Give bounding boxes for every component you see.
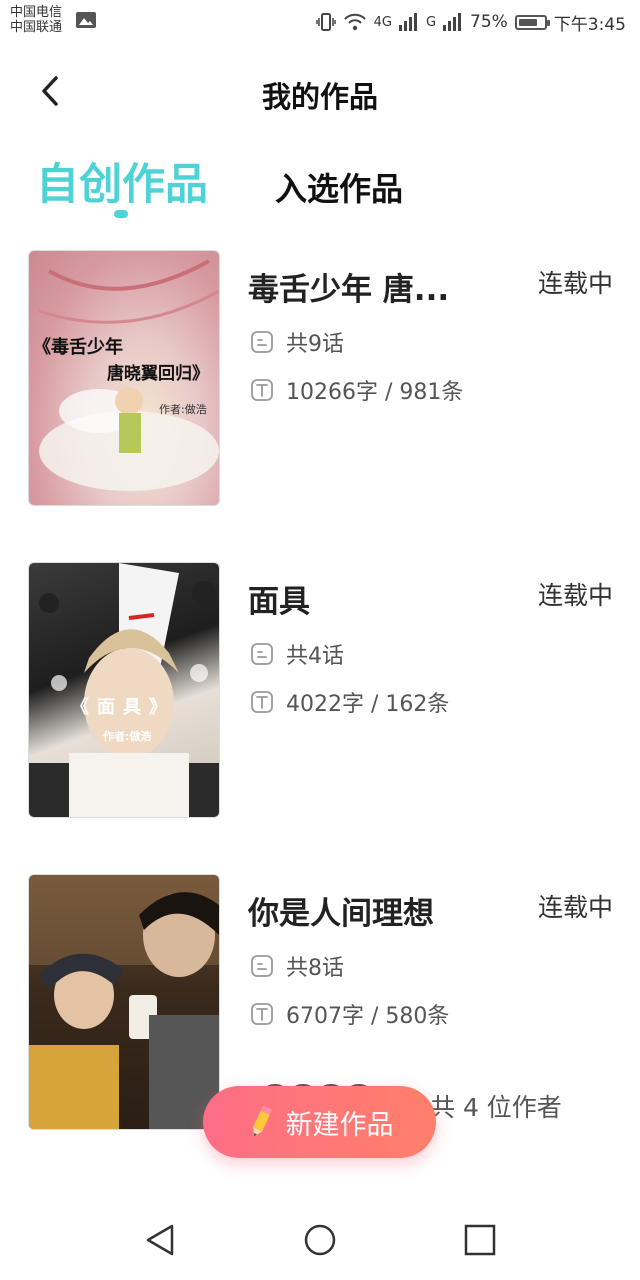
- nav-back-icon[interactable]: [142, 1222, 178, 1258]
- cover-illustration: [29, 563, 219, 817]
- tab-original-works[interactable]: 自创作品: [36, 150, 208, 212]
- vibrate-icon: [315, 13, 336, 31]
- stats-row: 4022字 / 162条: [250, 686, 449, 718]
- battery-icon: [514, 14, 550, 30]
- text-count-icon: [251, 1003, 273, 1025]
- episode-row: 共9话: [250, 326, 344, 358]
- cover-author: 作者:做浩: [159, 403, 207, 416]
- page-title: 我的作品: [261, 80, 378, 114]
- image-notification-icon: [76, 12, 96, 28]
- pencil-icon: [252, 1106, 272, 1137]
- work-cover[interactable]: 《面具》 作者:做浩: [28, 562, 220, 818]
- signal-2-icon: [443, 13, 462, 31]
- word-comment-count: 10266字 / 981条: [286, 380, 464, 405]
- net-4g-label: 4G: [373, 14, 392, 30]
- cover-title: 《面具》: [71, 697, 175, 718]
- work-cover[interactable]: 《毒舌少年 唐晓翼回归》 作者:做浩: [28, 250, 220, 506]
- work-title[interactable]: 面具: [248, 576, 310, 621]
- battery-percent: 75%: [470, 12, 508, 32]
- work-title[interactable]: 你是人间理想: [248, 888, 434, 933]
- cover-title-line-1: 《毒舌少年: [33, 337, 123, 358]
- work-cover[interactable]: [28, 874, 220, 1130]
- stats-row: 6707字 / 580条: [250, 998, 449, 1030]
- net-g-label: G: [425, 14, 437, 30]
- work-item[interactable]: 《面具》 作者:做浩 面具 连载中 共4话 4022字 / 162条: [0, 562, 640, 822]
- author-count: 共 4 位作者: [430, 1093, 562, 1122]
- text-count-icon: [251, 379, 273, 401]
- carrier-1: 中国电信: [10, 5, 63, 20]
- text-count-icon: [251, 691, 273, 713]
- episodes-icon: [251, 331, 273, 353]
- episodes-icon: [251, 955, 273, 977]
- carrier-2: 中国联通: [10, 20, 63, 35]
- stats-row: 10266字 / 981条: [250, 374, 463, 406]
- work-status: 连载中: [538, 893, 614, 922]
- wifi-icon: [343, 13, 366, 31]
- clock: 下午3:45: [553, 14, 626, 35]
- word-comment-count: 4022字 / 162条: [286, 692, 450, 717]
- word-comment-count: 6707字 / 580条: [286, 1004, 450, 1029]
- cover-title-line-2: 唐晓翼回归》: [107, 364, 209, 384]
- new-work-label: 新建作品: [285, 1109, 394, 1141]
- system-nav-bar: [0, 1198, 640, 1280]
- new-work-button[interactable]: 新建作品: [203, 1086, 436, 1158]
- status-icons: 4G G 75% 下午3:45: [315, 10, 626, 35]
- episode-row: 共8话: [250, 950, 344, 982]
- status-bar: 中国电信 中国联通 4G G 75% 下午3:45: [0, 0, 640, 44]
- work-status: 连载中: [538, 269, 614, 298]
- work-title[interactable]: 毒舌少年 唐...: [248, 264, 448, 309]
- nav-home-icon[interactable]: [302, 1222, 338, 1258]
- carrier-labels: 中国电信 中国联通: [10, 5, 62, 35]
- cover-author: 作者:做浩: [103, 730, 152, 743]
- nav-recents-icon[interactable]: [462, 1222, 498, 1258]
- episodes-icon: [251, 643, 273, 665]
- tab-selected-works[interactable]: 入选作品: [275, 164, 403, 210]
- work-status: 连载中: [538, 581, 614, 610]
- episode-row: 共4话: [250, 638, 344, 670]
- signal-1-icon: [398, 13, 417, 31]
- episode-count: 共9话: [286, 332, 344, 357]
- episode-count: 共8话: [286, 956, 344, 981]
- episode-count: 共4话: [286, 644, 344, 669]
- work-item[interactable]: 《毒舌少年 唐晓翼回归》 作者:做浩 毒舌少年 唐... 连载中 共9话 102…: [0, 250, 640, 510]
- active-tab-indicator: [114, 210, 128, 218]
- cover-illustration: [29, 875, 219, 1129]
